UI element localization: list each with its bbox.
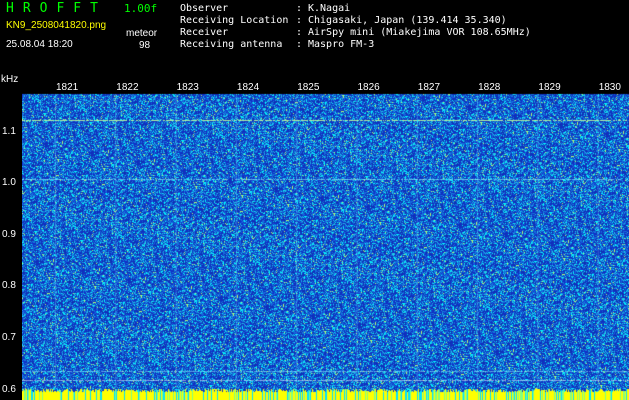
info-colon: : [296, 3, 303, 14]
x-tick-label: 1823 [174, 82, 201, 93]
info-colon: : [296, 39, 303, 50]
info-label-observer: Observer [180, 3, 229, 14]
meteor-count: 98 [139, 40, 151, 51]
y-tick-label: 1.1 [2, 125, 16, 137]
y-tick-label: 0.9 [2, 228, 16, 240]
info-value-receiver: AirSpy mini (Miakejima VOR 108.65MHz) [308, 27, 531, 38]
x-tick-label: 1825 [295, 82, 322, 93]
filename-label: KN9_2508041820.png [6, 20, 107, 31]
info-value-location: Chigasaki, Japan (139.414 35.340) [308, 15, 507, 26]
info-label-location: Receiving Location [180, 15, 289, 26]
info-value-antenna: Maspro FM-3 [308, 39, 375, 50]
y-tick-label: 0.6 [2, 383, 16, 395]
info-label-antenna: Receiving antenna [180, 39, 283, 50]
meteor-label: meteor [126, 28, 158, 39]
y-tick-label: 0.7 [2, 332, 16, 344]
x-tick-label: 1824 [234, 82, 262, 93]
y-axis-unit: kHz [1, 74, 19, 85]
datetime-label: 25.08.04 18:20 [6, 39, 73, 50]
spectrogram: 1821 1822 1823 1824 1825 1826 1827 1828 1829 1830 [22, 80, 629, 400]
version-label: 1.00f [124, 2, 158, 15]
x-tick-label: 1827 [415, 82, 443, 93]
x-tick-label: 1829 [536, 82, 563, 93]
spectrogram-canvas [22, 80, 629, 400]
info-value-observer: K.Nagai [308, 3, 351, 14]
app-title: HROFFT [6, 1, 107, 16]
x-tick-label: 1830 [596, 82, 623, 93]
x-tick-label: 1822 [114, 82, 141, 93]
info-label-receiver: Receiver [180, 27, 229, 38]
x-tick-label: 1826 [355, 82, 382, 93]
x-tick-label: 1828 [476, 82, 503, 93]
y-tick-label: 1.0 [2, 177, 16, 189]
info-colon: : [296, 15, 303, 26]
info-colon: : [296, 27, 303, 38]
y-tick-label: 0.8 [2, 280, 16, 292]
x-tick-label: 1821 [54, 82, 81, 93]
